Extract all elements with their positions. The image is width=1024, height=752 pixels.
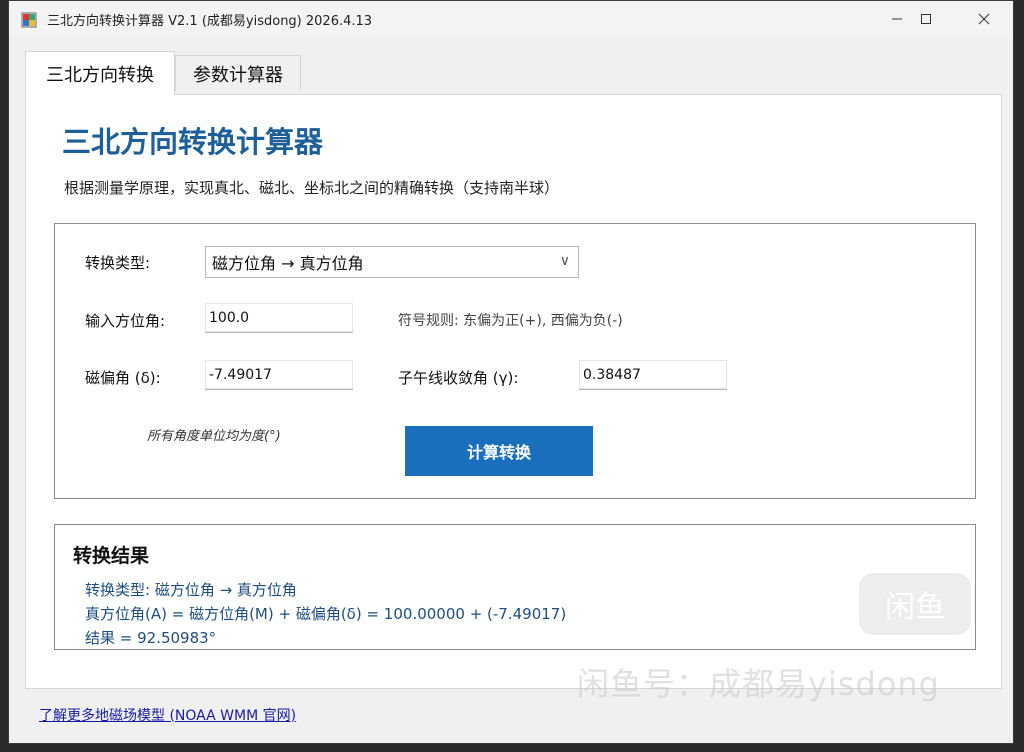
- input-azimuth-field[interactable]: [205, 303, 353, 333]
- watermark-text: 闲鱼号：成都易yisdong: [577, 665, 940, 703]
- sign-rule-text: 符号规则: 东偏为正(+), 西偏为负(-): [398, 313, 623, 329]
- watermark-logo: 闲鱼: [859, 573, 971, 635]
- tab-north-conversion[interactable]: 三北方向转换: [25, 51, 175, 95]
- close-icon: [978, 13, 990, 25]
- result-title: 转换结果: [73, 545, 150, 567]
- units-note: 所有角度单位均为度(°): [147, 429, 281, 444]
- window-title: 三北方向转换计算器 V2.1 (成都易yisdong) 2026.4.13: [47, 14, 373, 29]
- maximize-icon: [921, 14, 931, 24]
- noaa-wmm-link[interactable]: 了解更多地磁场模型 (NOAA WMM 官网): [39, 705, 296, 725]
- page-title: 三北方向转换计算器: [62, 125, 324, 159]
- result-line: 转换类型: 磁方位角 → 真方位角: [85, 581, 297, 599]
- declination-label: 磁偏角 (δ):: [85, 369, 161, 387]
- tab-parameter-calculator[interactable]: 参数计算器: [175, 55, 301, 91]
- title-bar[interactable]: 三北方向转换计算器 V2.1 (成都易yisdong) 2026.4.13: [9, 1, 1013, 37]
- input-group: 转换类型: 磁方位角 → 真方位角 ∨ 输入方位角: 符号规则: 东偏为正(+)…: [54, 223, 976, 499]
- input-azimuth-label: 输入方位角:: [85, 312, 166, 330]
- result-line: 结果 = 92.50983°: [85, 629, 217, 647]
- conversion-type-value: 磁方位角 → 真方位角: [212, 254, 364, 273]
- convergence-label: 子午线收敛角 (γ):: [398, 369, 519, 387]
- convergence-field[interactable]: [579, 360, 727, 390]
- calculate-button[interactable]: 计算转换: [405, 426, 593, 476]
- result-line: 真方位角(A) = 磁方位角(M) + 磁偏角(δ) = 100.00000 +…: [85, 605, 567, 623]
- conversion-type-label: 转换类型:: [85, 254, 151, 272]
- maximize-button[interactable]: [897, 1, 955, 37]
- declination-field[interactable]: [205, 360, 353, 390]
- result-group: 转换结果 转换类型: 磁方位角 → 真方位角 真方位角(A) = 磁方位角(M)…: [54, 524, 976, 650]
- chevron-down-icon: ∨: [559, 253, 570, 269]
- page-subtitle: 根据测量学原理，实现真北、磁北、坐标北之间的精确转换（支持南半球）: [64, 179, 560, 197]
- conversion-type-select[interactable]: 磁方位角 → 真方位角 ∨: [205, 246, 579, 278]
- tab-panel: 三北方向转换计算器 根据测量学原理，实现真北、磁北、坐标北之间的精确转换（支持南…: [25, 94, 1002, 689]
- app-window: 三北方向转换计算器 V2.1 (成都易yisdong) 2026.4.13 三北…: [8, 0, 1014, 744]
- app-icon: [21, 12, 37, 28]
- close-button[interactable]: [955, 1, 1013, 37]
